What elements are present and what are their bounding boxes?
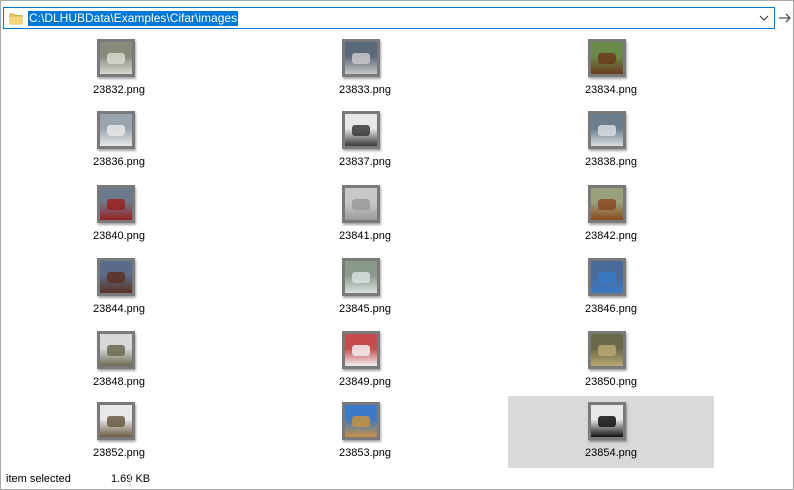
status-divider	[130, 473, 131, 486]
file-name: 23852.png	[93, 447, 145, 459]
address-bar[interactable]: C:\DLHUBData\Examples\Cifar\images	[3, 7, 775, 29]
file-thumbnail	[588, 331, 626, 369]
file-item[interactable]: 23853.png	[262, 396, 468, 468]
file-thumbnail	[342, 185, 380, 223]
file-thumbnail	[97, 402, 135, 440]
file-name: 23842.png	[585, 230, 637, 242]
file-item[interactable]: 23852.png	[16, 396, 222, 468]
file-name: 23841.png	[339, 230, 391, 242]
file-item[interactable]: 23846.png	[508, 252, 714, 324]
file-thumbnail	[588, 111, 626, 149]
file-item[interactable]: 23832.png	[16, 33, 222, 105]
file-name: 23846.png	[585, 303, 637, 315]
file-name: 23840.png	[93, 230, 145, 242]
file-item[interactable]: 23848.png	[16, 325, 222, 397]
address-bar-row: C:\DLHUBData\Examples\Cifar\images	[2, 7, 792, 31]
file-name: 23850.png	[585, 376, 637, 388]
go-arrow-icon[interactable]	[777, 9, 793, 27]
status-selection: item selected	[6, 473, 71, 485]
file-name: 23832.png	[93, 84, 145, 96]
file-item[interactable]: 23854.png	[508, 396, 714, 468]
file-thumbnail	[97, 331, 135, 369]
file-grid: 23832.png 23833.png 23834.png 23836.png 2383…	[2, 33, 792, 468]
address-path[interactable]: C:\DLHUBData\Examples\Cifar\images	[28, 11, 239, 26]
file-thumbnail	[588, 39, 626, 77]
file-thumbnail	[97, 258, 135, 296]
file-item[interactable]: 23842.png	[508, 179, 714, 251]
file-item[interactable]: 23844.png	[16, 252, 222, 324]
file-name: 23833.png	[339, 84, 391, 96]
file-name: 23848.png	[93, 376, 145, 388]
file-item[interactable]: 23840.png	[16, 179, 222, 251]
file-explorer-window: C:\DLHUBData\Examples\Cifar\images 23832…	[0, 0, 794, 490]
file-item[interactable]: 23849.png	[262, 325, 468, 397]
file-name: 23849.png	[339, 376, 391, 388]
folder-icon	[9, 11, 23, 26]
file-thumbnail	[588, 258, 626, 296]
file-item[interactable]: 23834.png	[508, 33, 714, 105]
file-item[interactable]: 23833.png	[262, 33, 468, 105]
file-item[interactable]: 23837.png	[262, 105, 468, 177]
file-thumbnail	[97, 185, 135, 223]
file-item[interactable]: 23841.png	[262, 179, 468, 251]
file-thumbnail	[342, 111, 380, 149]
file-item[interactable]: 23838.png	[508, 105, 714, 177]
file-name: 23845.png	[339, 303, 391, 315]
file-name: 23834.png	[585, 84, 637, 96]
file-name: 23844.png	[93, 303, 145, 315]
status-bar: item selected 1.69 KB	[2, 470, 792, 489]
file-item[interactable]: 23850.png	[508, 325, 714, 397]
chevron-down-icon[interactable]	[756, 10, 772, 26]
file-thumbnail	[588, 185, 626, 223]
file-item[interactable]: 23845.png	[262, 252, 468, 324]
file-thumbnail	[97, 111, 135, 149]
file-item[interactable]: 23836.png	[16, 105, 222, 177]
file-thumbnail	[342, 39, 380, 77]
file-name: 23854.png	[585, 447, 637, 459]
file-thumbnail	[342, 402, 380, 440]
file-name: 23836.png	[93, 156, 145, 168]
file-name: 23838.png	[585, 156, 637, 168]
file-thumbnail	[588, 402, 626, 440]
file-thumbnail	[342, 331, 380, 369]
file-thumbnail	[97, 39, 135, 77]
file-name: 23853.png	[339, 447, 391, 459]
file-name: 23837.png	[339, 156, 391, 168]
file-thumbnail	[342, 258, 380, 296]
